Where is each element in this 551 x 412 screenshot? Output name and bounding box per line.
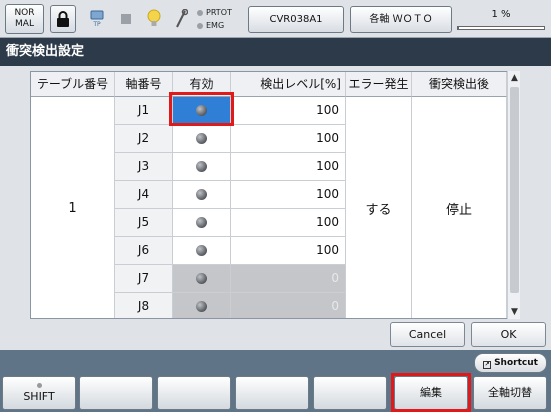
shortcut-button[interactable]: ↗ Shortcut (474, 353, 547, 373)
detect-level-cell[interactable]: 100 (231, 237, 346, 265)
tp-label: TP (93, 21, 101, 28)
header-detect-level: 検出レベル[%] (231, 72, 346, 97)
emg-label: EMG (206, 21, 225, 30)
enabled-cell[interactable] (173, 209, 231, 237)
header-table-number: テーブル番号 (31, 72, 115, 97)
error-output-cell[interactable]: する (346, 97, 412, 318)
axis-cell: J3 (115, 153, 173, 181)
axis-cell: J1 (115, 97, 173, 125)
collision-table: テーブル番号 軸番号 有効 検出レベル[%] エラー発生 衝突検出後 1 J1 1… (30, 71, 520, 319)
mode-button[interactable]: NOR MAL (5, 4, 44, 34)
header-enabled: 有効 (173, 72, 231, 97)
axis-cell: J2 (115, 125, 173, 153)
stop-icon (113, 5, 139, 33)
axis-cell: J5 (115, 209, 173, 237)
enabled-indicator-icon (196, 161, 207, 172)
detect-level-cell[interactable]: 100 (231, 125, 346, 153)
axis-cell: J6 (115, 237, 173, 265)
cancel-button[interactable]: Cancel (390, 322, 465, 347)
detect-level-cell[interactable]: 100 (231, 181, 346, 209)
header-axis: 軸番号 (115, 72, 173, 97)
enabled-indicator-icon (196, 217, 207, 228)
axis-cell: J4 (115, 181, 173, 209)
prtot-indicator-icon (197, 9, 203, 16)
table-number-cell[interactable]: 1 (31, 97, 115, 318)
after-detection-cell[interactable]: 停止 (412, 97, 507, 318)
enabled-indicator-icon (196, 301, 207, 312)
shortcut-icon: ↗ (483, 361, 492, 369)
detect-level-cell[interactable]: 100 (231, 97, 346, 125)
scroll-down-icon[interactable]: ▼ (508, 305, 521, 319)
shift-indicator-icon (36, 383, 42, 388)
shift-button[interactable]: SHIFT (2, 376, 76, 410)
enabled-cell[interactable] (173, 265, 231, 293)
lightbulb-icon (141, 5, 167, 33)
enabled-cell[interactable] (173, 97, 231, 125)
emg-indicator-icon (197, 22, 203, 29)
shift-label: SHIFT (23, 390, 55, 403)
scroll-thumb[interactable] (510, 87, 519, 293)
program-name-button[interactable]: CVR038A1 (248, 6, 344, 33)
enabled-cell[interactable] (173, 125, 231, 153)
speed-bar (457, 26, 545, 30)
enabled-indicator-icon (196, 245, 207, 256)
enabled-indicator-icon (196, 189, 207, 200)
enabled-cell[interactable] (173, 237, 231, 265)
ok-button[interactable]: OK (471, 322, 546, 347)
edit-button[interactable]: 編集 (394, 376, 468, 410)
prtot-label: PRTOT (206, 8, 232, 17)
speed-bar-fill (458, 27, 459, 29)
status-bar: NOR MAL TP PRTOT EMG CVR038A1 各軸 ＷＯＴＯ 1 … (0, 0, 551, 38)
teach-pendant-icon: TP (84, 5, 110, 33)
enabled-indicator-icon (196, 133, 207, 144)
all-axis-switch-button[interactable]: 全軸切替 (473, 376, 547, 410)
speed-label: 1 % (491, 9, 511, 20)
function-key-3[interactable] (157, 376, 231, 410)
table-scrollbar[interactable]: ▲ ▼ (507, 71, 520, 319)
scroll-up-icon[interactable]: ▲ (508, 71, 521, 85)
axis-cell: J7 (115, 265, 173, 293)
header-error-output: エラー発生 (346, 72, 412, 97)
screen-title: 衝突検出設定 (0, 38, 551, 66)
settings-panel: テーブル番号 軸番号 有効 検出レベル[%] エラー発生 衝突検出後 1 J1 1… (0, 66, 551, 350)
wrench-icon (168, 5, 194, 33)
enabled-cell[interactable] (173, 181, 231, 209)
enabled-cell[interactable] (173, 153, 231, 181)
detect-level-cell[interactable]: 100 (231, 209, 346, 237)
detect-level-cell[interactable]: 0 (231, 265, 346, 293)
function-key-4[interactable] (235, 376, 309, 410)
detect-level-cell[interactable]: 100 (231, 153, 346, 181)
lock-icon[interactable] (50, 5, 76, 33)
enabled-indicator-icon (196, 105, 207, 116)
speed-override[interactable]: 1 % (455, 5, 547, 33)
status-indicators: PRTOT EMG (197, 6, 232, 32)
enabled-cell[interactable] (173, 293, 231, 318)
header-after-detection: 衝突検出後 (412, 72, 507, 97)
detect-level-cell[interactable]: 0 (231, 293, 346, 318)
shortcut-label: Shortcut (494, 358, 538, 368)
enabled-indicator-icon (196, 273, 207, 284)
axis-mode-button[interactable]: 各軸 ＷＯＴＯ (350, 6, 452, 33)
function-key-2[interactable] (79, 376, 153, 410)
function-key-5[interactable] (313, 376, 387, 410)
axis-cell: J8 (115, 293, 173, 318)
